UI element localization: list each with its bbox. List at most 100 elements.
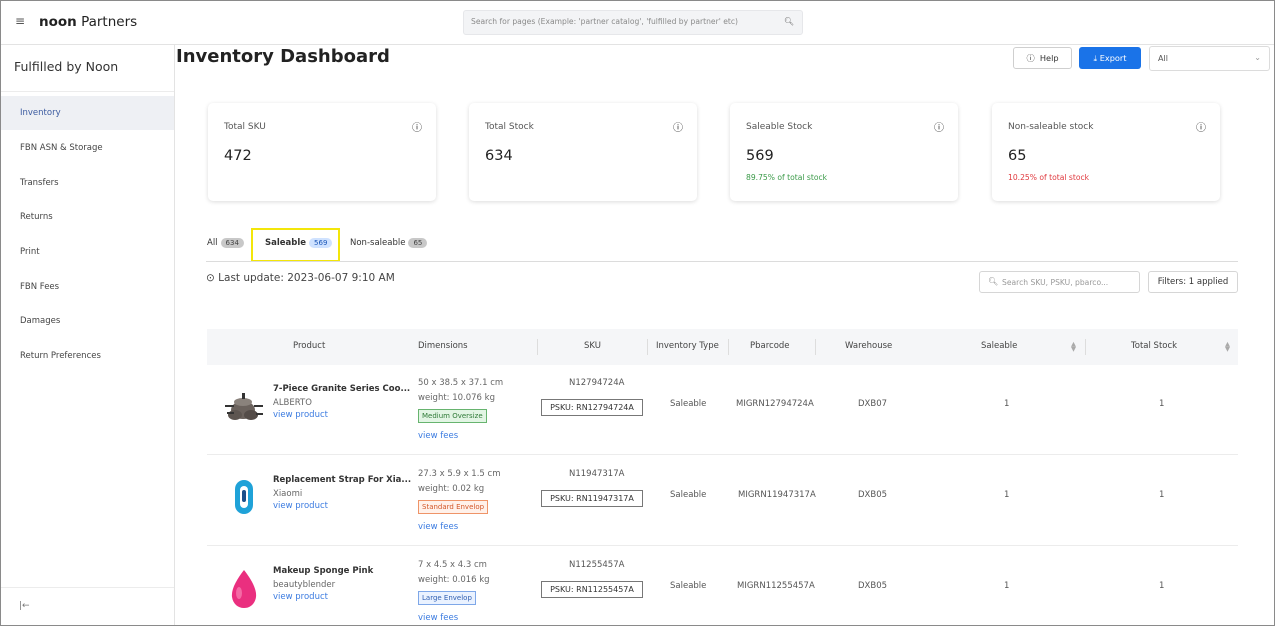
help-label: Help (1039, 53, 1059, 63)
tab-non-saleable[interactable]: Non-saleable 65 (350, 238, 428, 248)
psku-box: PSKU: RN11255457A (541, 581, 643, 598)
saleable-cell: 1 (1004, 490, 1010, 500)
product-name: Replacement Strap For Xia... (273, 475, 412, 485)
sidebar: Fulfilled by Noon Inventory FBN ASN & St… (1, 45, 175, 625)
weight-text: weight: 10.076 kg (418, 393, 495, 403)
global-search-input[interactable]: Search for pages (Example: 'partner cata… (463, 10, 803, 35)
scope-select[interactable]: All ⌄ (1149, 46, 1270, 71)
column-header-sku: SKU (584, 341, 601, 351)
column-header-total-stock[interactable]: Total Stock (1131, 341, 1177, 351)
card-saleable-stock: Saleable Stock ⓘ 569 89.75% of total sto… (730, 103, 958, 201)
view-product-link[interactable]: view product (273, 592, 328, 602)
column-header-pbarcode: Pbarcode (750, 341, 790, 351)
column-separator (1085, 339, 1086, 355)
product-brand: Xiaomi (273, 489, 303, 499)
top-bar: ≡ noon Partners Search for pages (Exampl… (1, 1, 1274, 45)
sidebar-item-print[interactable]: Print (1, 235, 174, 269)
info-icon[interactable]: ⓘ (412, 119, 422, 134)
download-icon: ⤓ (1093, 53, 1098, 63)
table-header: Product Dimensions SKU Inventory Type Pb… (207, 329, 1238, 365)
view-product-link[interactable]: view product (273, 410, 328, 420)
tab-count-badge: 634 (220, 238, 244, 248)
size-category-tag: Standard Envelop (418, 500, 489, 514)
column-header-dimensions: Dimensions (418, 341, 468, 351)
card-total-sku: Total SKU ⓘ 472 (208, 103, 436, 201)
tab-all[interactable]: All 634 (207, 238, 244, 248)
product-image-strap[interactable] (223, 476, 265, 518)
tab-count-badge: 65 (408, 238, 428, 248)
sidebar-item-inventory[interactable]: Inventory (1, 96, 174, 130)
dimensions-text: 50 x 38.5 x 37.1 cm (418, 378, 504, 388)
view-product-link[interactable]: view product (273, 501, 328, 511)
product-image-cookware[interactable] (223, 385, 265, 427)
sidebar-item-returns[interactable]: Returns (1, 200, 174, 234)
card-total-stock: Total Stock ⓘ 634 (469, 103, 697, 201)
product-name: 7-Piece Granite Series Coo... (273, 384, 411, 394)
psku-box: PSKU: RN11947317A (541, 490, 643, 507)
dimensions-text: 7 x 4.5 x 4.3 cm (418, 560, 487, 570)
dimensions-text: 27.3 x 5.9 x 1.5 cm (418, 469, 501, 479)
sku-search-input[interactable]: 🔍︎ Search SKU, PSKU, pbarco... (979, 271, 1140, 293)
saleable-cell: 1 (1004, 581, 1010, 591)
sort-icon[interactable]: ▲ ▼ (1225, 341, 1230, 353)
sku-search-placeholder: Search SKU, PSKU, pbarco... (1002, 278, 1109, 287)
sidebar-item-fbn-fees[interactable]: FBN Fees (1, 270, 174, 304)
sidebar-divider (1, 91, 174, 92)
sidebar-item-damages[interactable]: Damages (1, 304, 174, 338)
search-icon[interactable]: 🔍︎ (784, 17, 794, 26)
tab-label: Non-saleable (350, 238, 406, 248)
info-icon[interactable]: ⓘ (673, 119, 683, 134)
sku-text: N11255457A (569, 560, 625, 570)
pbarcode-cell: MIGRN12794724A (736, 399, 814, 409)
view-fees-link[interactable]: view fees (418, 431, 458, 441)
filters-button[interactable]: Filters: 1 applied (1148, 271, 1238, 293)
column-header-saleable[interactable]: Saleable (981, 341, 1017, 351)
warehouse-cell: DXB05 (858, 581, 888, 591)
table-row: 7-Piece Granite Series Coo... ALBERTO vi… (207, 365, 1238, 455)
export-button[interactable]: ⤓ Export (1079, 47, 1141, 69)
chevron-down-icon: ⌄ (1254, 53, 1261, 62)
card-label: Total SKU (224, 122, 266, 132)
tab-highlight-outline (251, 228, 340, 262)
brand-rest: Partners (76, 14, 138, 30)
clock-icon: ⊙ (206, 272, 215, 284)
column-separator (728, 339, 729, 355)
info-icon[interactable]: ⓘ (1196, 119, 1206, 134)
view-fees-link[interactable]: view fees (418, 522, 458, 532)
sidebar-title: Fulfilled by Noon (14, 59, 119, 74)
export-label: Export (1099, 53, 1127, 63)
brand-logo[interactable]: noon Partners (39, 14, 137, 30)
filters-label: Filters: (1157, 277, 1187, 287)
inventory-type-cell: Saleable (670, 399, 707, 409)
global-search-placeholder: Search for pages (Example: 'partner cata… (471, 17, 738, 26)
search-icon: 🔍︎ (988, 277, 999, 286)
product-brand: beautyblender (273, 580, 336, 590)
card-value: 65 (1008, 148, 1027, 164)
hamburger-menu-icon[interactable]: ≡ (15, 15, 27, 27)
card-value: 472 (224, 148, 252, 164)
card-value: 634 (485, 148, 513, 164)
product-image-sponge[interactable] (223, 567, 265, 609)
card-subtext-negative: 10.25% of total stock (1008, 173, 1090, 182)
info-icon[interactable]: ⓘ (934, 119, 944, 134)
table-row: Replacement Strap For Xia... Xiaomi view… (207, 456, 1238, 546)
column-header-product: Product (293, 341, 326, 351)
inventory-table: Product Dimensions SKU Inventory Type Pb… (207, 329, 1238, 625)
card-non-saleable-stock: Non-saleable stock ⓘ 65 10.25% of total … (992, 103, 1220, 201)
sidebar-item-return-preferences[interactable]: Return Preferences (1, 339, 174, 373)
collapse-sidebar-icon[interactable]: |← (19, 601, 30, 611)
pbarcode-cell: MIGRN11255457A (737, 581, 815, 591)
column-header-inventory-type: Inventory Type (656, 341, 719, 351)
total-stock-cell: 1 (1159, 581, 1165, 591)
view-fees-link[interactable]: view fees (418, 613, 458, 623)
sidebar-item-transfers[interactable]: Transfers (1, 166, 174, 200)
inventory-type-cell: Saleable (670, 490, 707, 500)
sidebar-item-fbn-asn-storage[interactable]: FBN ASN & Storage (1, 131, 174, 165)
sort-icon[interactable]: ▲ ▼ (1071, 341, 1076, 353)
help-button[interactable]: ⓘ Help (1013, 47, 1072, 69)
table-row: Makeup Sponge Pink beautyblender view pr… (207, 547, 1238, 625)
tab-label: All (207, 238, 218, 248)
sidebar-bottom-divider (1, 587, 174, 588)
last-update-text: ⊙ Last update: 2023-06-07 9:10 AM (206, 272, 395, 284)
pbarcode-cell: MIGRN11947317A (738, 490, 816, 500)
